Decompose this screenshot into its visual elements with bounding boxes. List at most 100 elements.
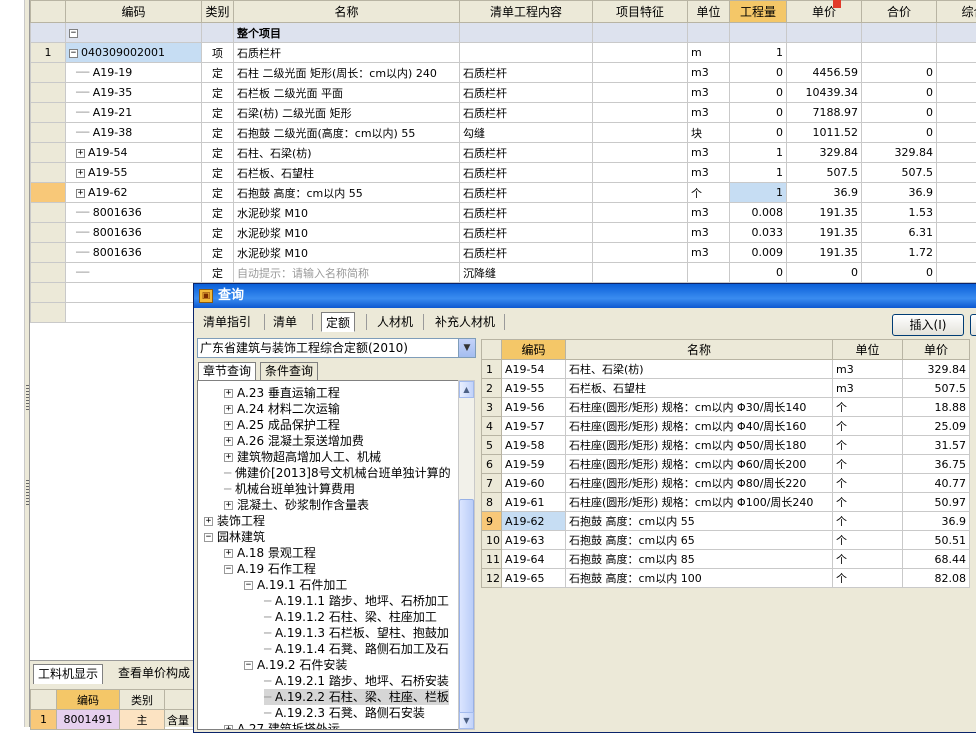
cell-qty[interactable]: 1	[730, 183, 787, 203]
result-row[interactable]: 1A19-54石柱、石梁(枋)m3329.84	[482, 360, 970, 379]
cell-type[interactable]: 定	[202, 203, 234, 223]
cell-price[interactable]: 507.5	[787, 163, 862, 183]
cell-total[interactable]: 36.9	[862, 183, 937, 203]
table-row[interactable]: +A19-62定石抱鼓 高度：cm以内 55石质栏杆个136.936.9	[31, 183, 976, 203]
tab-bill-guide[interactable]: 清单指引	[199, 312, 255, 332]
table-row[interactable]: ── A19-21定石梁(枋) 二级光面 矩形石质栏杆m307188.9707	[31, 103, 976, 123]
result-code[interactable]: A19-63	[502, 531, 566, 550]
expand-icon[interactable]: +	[76, 169, 85, 178]
row-header[interactable]	[31, 223, 66, 243]
tree-node[interactable]: ─ A.19.1.3 石栏板、望柱、抱鼓加	[264, 625, 449, 641]
cell-price[interactable]: 7188.97	[787, 103, 862, 123]
row-header[interactable]	[31, 203, 66, 223]
result-code[interactable]: A19-54	[502, 360, 566, 379]
result-price[interactable]: 82.08	[903, 569, 970, 588]
cell-type[interactable]: 定	[202, 63, 234, 83]
tree-node[interactable]: +混凝土、砂浆制作含量表	[224, 497, 369, 513]
cell-content[interactable]: 石质栏杆	[460, 83, 593, 103]
tree-scrollbar[interactable]: ▲ ▼	[458, 380, 475, 730]
row-header[interactable]: 1	[31, 43, 66, 63]
table-row[interactable]: ── 定自动提示：请输入名称简称沉降缝000	[31, 263, 976, 283]
result-unit[interactable]: 个	[833, 417, 903, 436]
cell-price[interactable]: 36.9	[787, 183, 862, 203]
collapse-icon[interactable]: −	[224, 565, 233, 574]
table-row[interactable]: ── 8001636定水泥砂浆 M10石质栏杆m30.033191.356.31	[31, 223, 976, 243]
cell-code[interactable]: ── A19-38	[66, 123, 202, 143]
result-row-number[interactable]: 4	[482, 417, 502, 436]
cell-name[interactable]: 水泥砂浆 M10	[234, 203, 460, 223]
cell-unit[interactable]: m3	[688, 83, 730, 103]
cell-total[interactable]: 6.31	[862, 223, 937, 243]
tree-node[interactable]: ─ A.19.1.1 踏步、地坪、石桥加工	[264, 593, 449, 609]
result-row[interactable]: 8A19-61石柱座(圆形/矩形) 规格：cm以内 Φ100/周长240个50.…	[482, 493, 970, 512]
cell-type[interactable]: 定	[202, 83, 234, 103]
result-unit[interactable]: 个	[833, 512, 903, 531]
header-code[interactable]: 编码	[66, 1, 202, 23]
cell-comp[interactable]	[937, 243, 976, 263]
cell-type[interactable]: 定	[202, 123, 234, 143]
cell-content[interactable]	[460, 43, 593, 63]
expand-icon[interactable]: +	[224, 549, 233, 558]
cell-total[interactable]: 329.84	[862, 143, 937, 163]
collapse-icon[interactable]: −	[69, 49, 78, 58]
result-code[interactable]: A19-57	[502, 417, 566, 436]
expand-icon[interactable]: +	[76, 149, 85, 158]
collapse-icon[interactable]: −	[244, 581, 253, 590]
cell-feature[interactable]	[593, 83, 688, 103]
cell-qty[interactable]: 0.033	[730, 223, 787, 243]
header-type[interactable]: 类别	[202, 1, 234, 23]
expand-icon[interactable]: +	[224, 725, 233, 730]
cell-unit[interactable]: m3	[688, 103, 730, 123]
cell-name[interactable]: 石栏板、石望柱	[234, 163, 460, 183]
cell-code[interactable]: ── A19-35	[66, 83, 202, 103]
tab-resource-display[interactable]: 工料机显示	[33, 664, 103, 684]
tree-node[interactable]: +装饰工程	[204, 513, 265, 529]
tab-condition-search[interactable]: 条件查询	[260, 362, 318, 380]
scroll-down-icon[interactable]: ▼	[459, 712, 474, 729]
results-header-code[interactable]: 编码	[502, 340, 566, 360]
result-row-number[interactable]: 5	[482, 436, 502, 455]
cell-total[interactable]: 1.72	[862, 243, 937, 263]
result-row-number[interactable]: 2	[482, 379, 502, 398]
result-unit[interactable]: 个	[833, 531, 903, 550]
table-row[interactable]: 1−040309002001项石质栏杆m11	[31, 43, 976, 63]
result-code[interactable]: A19-60	[502, 474, 566, 493]
tree-node[interactable]: +A.18 景观工程	[224, 545, 316, 561]
cell-unit[interactable]	[688, 263, 730, 283]
cell-content[interactable]: 石质栏杆	[460, 63, 593, 83]
cell-name[interactable]: 石抱鼓 高度：cm以内 55	[234, 183, 460, 203]
tree-node[interactable]: −A.19.1 石件加工	[244, 577, 347, 593]
header-comprehensive[interactable]: 综合	[937, 1, 976, 23]
result-row-number[interactable]: 7	[482, 474, 502, 493]
replace-button[interactable]	[970, 314, 976, 336]
tree-node[interactable]: +A.27 建筑拆搭外运	[224, 721, 340, 730]
result-unit[interactable]: 个	[833, 550, 903, 569]
cell-comp[interactable]: 1	[937, 123, 976, 143]
result-name[interactable]: 石柱座(圆形/矩形) 规格：cm以内 Φ60/周长200	[566, 455, 833, 474]
cell-code[interactable]: +A19-54	[66, 143, 202, 163]
cell-qty[interactable]: 0	[730, 103, 787, 123]
group-toggle[interactable]: −	[66, 23, 202, 43]
cell-total[interactable]: 0	[862, 83, 937, 103]
result-row[interactable]: 10A19-63石抱鼓 高度：cm以内 65个50.51	[482, 531, 970, 550]
table-row[interactable]: ── A19-19定石柱 二级光面 矩形(周长：cm以内) 240石质栏杆m30…	[31, 63, 976, 83]
splitter-grip-icon[interactable]	[26, 480, 29, 506]
cell-unit[interactable]: m3	[688, 203, 730, 223]
cell-name[interactable]: 自动提示：请输入名称简称	[234, 263, 460, 283]
cell-unit[interactable]: m3	[688, 143, 730, 163]
header-content[interactable]: 清单工程内容	[460, 1, 593, 23]
tree-node[interactable]: ─ A.19.2.2 石柱、梁、柱座、栏板	[264, 689, 449, 705]
result-price[interactable]: 50.51	[903, 531, 970, 550]
cell-feature[interactable]	[593, 263, 688, 283]
table-row[interactable]: ── A19-38定石抱鼓 二级光面(高度：cm以内) 55勾缝块01011.5…	[31, 123, 976, 143]
chevron-down-icon[interactable]: ▼	[458, 339, 475, 357]
results-header-name[interactable]: 名称	[566, 340, 833, 360]
cell-comp[interactable]: 4	[937, 63, 976, 83]
cell-price[interactable]: 0	[787, 263, 862, 283]
row-header[interactable]	[31, 243, 66, 263]
result-price[interactable]: 507.5	[903, 379, 970, 398]
cell-content[interactable]: 沉降缝	[460, 263, 593, 283]
header-qty[interactable]: 工程量	[730, 1, 787, 23]
result-unit[interactable]: 个	[833, 398, 903, 417]
expand-icon[interactable]: +	[224, 453, 233, 462]
